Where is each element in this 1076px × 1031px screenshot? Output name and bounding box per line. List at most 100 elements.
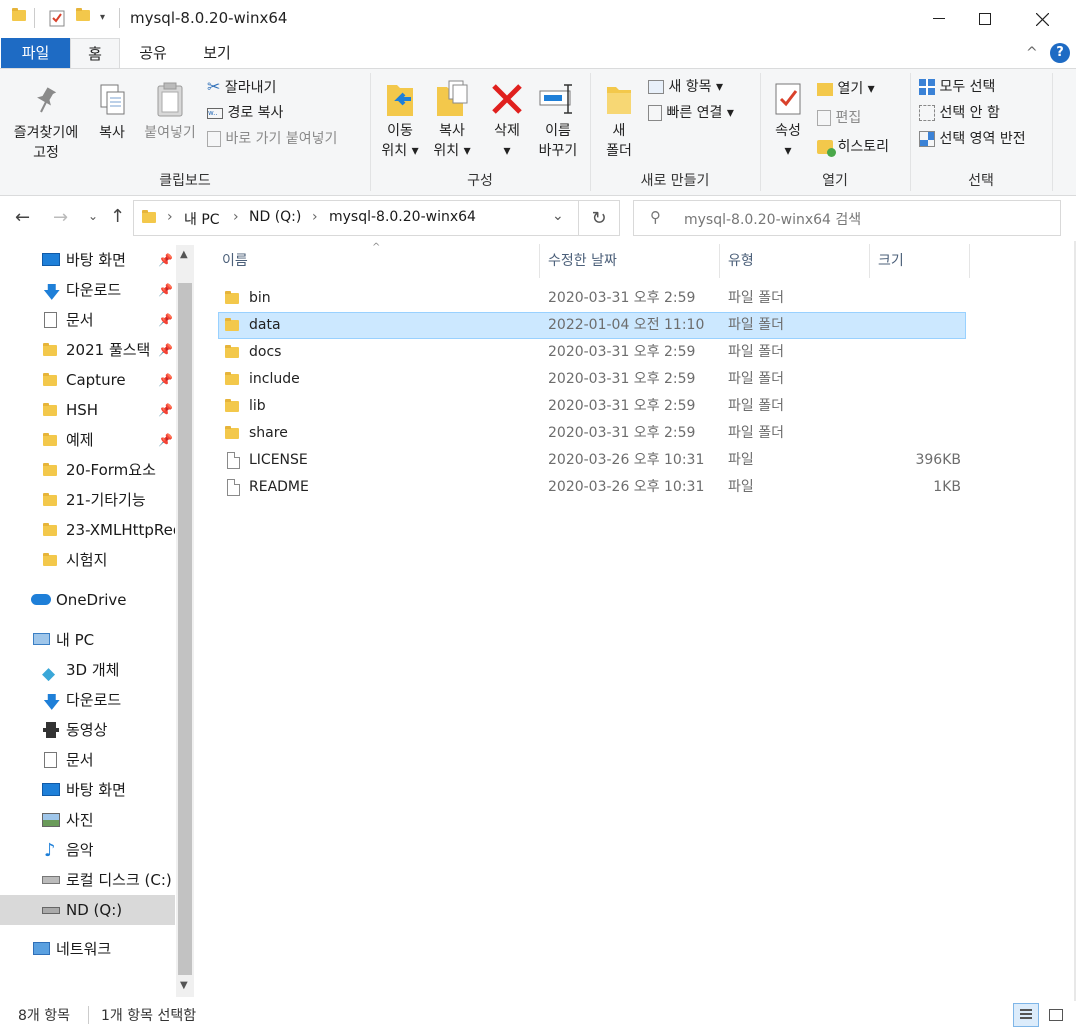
copy-path-button[interactable]: w.. 경로 복사: [207, 102, 283, 124]
nav-item-pc-documents[interactable]: 문서: [0, 745, 175, 775]
rename-button[interactable]: 이름 바꾸기: [532, 77, 584, 161]
history-button[interactable]: 히스토리: [817, 136, 889, 158]
delete-button[interactable]: 삭제 ▾: [484, 77, 530, 161]
details-view-button[interactable]: [1013, 1003, 1039, 1027]
collapse-ribbon-icon[interactable]: ^: [1026, 45, 1038, 61]
up-arrow-icon[interactable]: ↑: [110, 206, 125, 227]
cube-icon: ◆: [42, 664, 56, 684]
tab-file[interactable]: 파일: [1, 38, 70, 68]
new-item-button[interactable]: 새 항목 ▾: [648, 76, 723, 98]
address-dropdown-icon[interactable]: ⌄: [552, 208, 564, 224]
nav-item-3d-objects[interactable]: ◆ 3D 개체: [0, 655, 175, 685]
help-icon[interactable]: ?: [1050, 43, 1070, 63]
column-divider[interactable]: [539, 244, 540, 278]
scrollbar-thumb[interactable]: [178, 283, 192, 975]
file-row[interactable]: LICENSE 2020-03-26 오후 10:31 파일 396KB: [218, 447, 966, 474]
column-header-name[interactable]: 이름: [222, 249, 248, 273]
nav-item-examples[interactable]: 예제 📌: [0, 425, 175, 455]
copy-to-label-line1: 복사: [439, 123, 465, 139]
edit-button[interactable]: 편집: [817, 107, 861, 129]
invert-selection-button[interactable]: 선택 영역 반전: [919, 128, 1026, 150]
column-divider[interactable]: [869, 244, 870, 278]
move-to-button[interactable]: 이동 위치 ▾: [376, 77, 424, 161]
back-arrow-icon[interactable]: ←: [15, 207, 30, 228]
delete-label: 삭제: [494, 123, 520, 139]
search-icon: ⚲: [650, 208, 661, 226]
breadcrumb-current-folder[interactable]: mysql-8.0.20-winx64: [329, 209, 476, 225]
nav-item-exam[interactable]: 시험지: [0, 545, 175, 575]
tab-view[interactable]: 보기: [194, 38, 240, 68]
search-box[interactable]: ⚲ mysql-8.0.20-winx64 검색: [633, 200, 1061, 236]
forward-arrow-icon[interactable]: →: [53, 207, 68, 228]
paste-shortcut-button[interactable]: 바로 가기 붙여넣기: [207, 128, 337, 150]
nav-item-onedrive[interactable]: OneDrive: [0, 585, 175, 615]
file-row[interactable]: README 2020-03-26 오후 10:31 파일 1KB: [218, 474, 966, 501]
open-button[interactable]: 열기 ▾: [817, 78, 875, 100]
column-header-date[interactable]: 수정한 날짜: [548, 249, 617, 273]
address-bar[interactable]: › 내 PC › ND (Q:) › mysql-8.0.20-winx64 ⌄: [133, 200, 579, 236]
column-header-type[interactable]: 유형: [728, 249, 754, 273]
folder-icon: [225, 345, 239, 358]
nav-item-hsh[interactable]: HSH 📌: [0, 395, 175, 425]
nav-item-2021-fullstack[interactable]: 2021 풀스택 📌: [0, 335, 175, 365]
file-row[interactable]: docs 2020-03-31 오후 2:59 파일 폴더: [218, 339, 966, 366]
refresh-button[interactable]: ↻: [579, 200, 620, 236]
customize-quick-access-icon[interactable]: ▾: [100, 12, 105, 23]
tab-home[interactable]: 홈: [70, 38, 120, 68]
column-divider[interactable]: [719, 244, 720, 278]
scroll-up-icon[interactable]: ▲: [180, 249, 188, 260]
file-date: 2020-03-31 오후 2:59: [548, 425, 696, 441]
file-row[interactable]: share 2020-03-31 오후 2:59 파일 폴더: [218, 420, 966, 447]
easy-access-icon: [648, 105, 662, 121]
file-row[interactable]: lib 2020-03-31 오후 2:59 파일 폴더: [218, 393, 966, 420]
select-all-button[interactable]: 모두 선택: [919, 76, 995, 98]
ribbon: 즐겨찾기에 고정 복사 붙여넣기 ✂ 잘라내기 w.. 경로 복사 바로 가기 …: [0, 68, 1076, 196]
nav-label: 문서: [66, 751, 94, 769]
nav-item-videos[interactable]: 동영상: [0, 715, 175, 745]
large-icons-view-button[interactable]: [1043, 1003, 1069, 1027]
minimize-button[interactable]: [916, 0, 962, 38]
nav-item-local-disk-c[interactable]: 로컬 디스크 (C:): [0, 865, 175, 895]
nav-item-23-xmlhttp[interactable]: 23-XMLHttpReq: [0, 515, 175, 545]
nav-item-pc-downloads[interactable]: 🡇 다운로드: [0, 685, 175, 715]
nav-item-this-pc[interactable]: 내 PC: [0, 625, 175, 655]
nav-item-documents[interactable]: 문서 📌: [0, 305, 175, 335]
recent-locations-icon[interactable]: ⌄: [88, 209, 98, 223]
column-divider[interactable]: [969, 244, 970, 278]
properties-checkbox-icon[interactable]: [49, 9, 65, 31]
copy-to-button[interactable]: 복사 위치 ▾: [428, 77, 476, 161]
maximize-button[interactable]: [962, 0, 1008, 38]
nav-item-downloads[interactable]: 🡇 다운로드 📌: [0, 275, 175, 305]
column-header-size[interactable]: 크기: [878, 249, 904, 273]
close-button[interactable]: [1019, 0, 1065, 38]
nav-item-pictures[interactable]: 사진: [0, 805, 175, 835]
file-date: 2020-03-31 오후 2:59: [548, 344, 696, 360]
select-none-button[interactable]: 선택 안 함: [919, 102, 1000, 124]
nav-item-nd-drive[interactable]: ND (Q:): [0, 895, 175, 925]
file-row[interactable]: include 2020-03-31 오후 2:59 파일 폴더: [218, 366, 966, 393]
scroll-down-icon[interactable]: ▼: [180, 980, 188, 991]
pin-quick-access-button[interactable]: 즐겨찾기에 고정: [4, 81, 88, 163]
tab-share[interactable]: 공유: [130, 38, 176, 68]
file-row-selected[interactable]: data 2022-01-04 오전 11:10 파일 폴더: [218, 312, 966, 339]
cut-button[interactable]: ✂ 잘라내기: [207, 76, 276, 98]
nav-item-capture[interactable]: Capture 📌: [0, 365, 175, 395]
nav-item-music[interactable]: ♪ 음악: [0, 835, 175, 865]
breadcrumb-this-pc[interactable]: 내 PC: [184, 209, 220, 229]
copy-button[interactable]: 복사: [90, 81, 134, 143]
paste-button[interactable]: 붙여넣기: [138, 81, 202, 143]
new-folder-button[interactable]: 새 폴더: [598, 77, 640, 161]
nav-item-21-etc[interactable]: 21-기타기능: [0, 485, 175, 515]
nav-scrollbar[interactable]: ▲ ▼: [176, 245, 194, 997]
file-type: 파일 폴더: [728, 371, 784, 387]
file-name: LICENSE: [249, 452, 308, 468]
properties-button[interactable]: 속성 ▾: [766, 77, 810, 161]
new-folder-quick-icon[interactable]: [76, 8, 90, 21]
nav-item-network[interactable]: 네트워크: [0, 934, 175, 964]
nav-item-pc-desktop[interactable]: 바탕 화면: [0, 775, 175, 805]
file-row[interactable]: bin 2020-03-31 오후 2:59 파일 폴더: [218, 285, 966, 312]
nav-item-desktop[interactable]: 바탕 화면 📌: [0, 245, 175, 275]
nav-item-20-form[interactable]: 20-Form요소: [0, 455, 175, 485]
breadcrumb-drive[interactable]: ND (Q:): [249, 209, 301, 225]
easy-access-button[interactable]: 빠른 연결 ▾: [648, 102, 734, 124]
